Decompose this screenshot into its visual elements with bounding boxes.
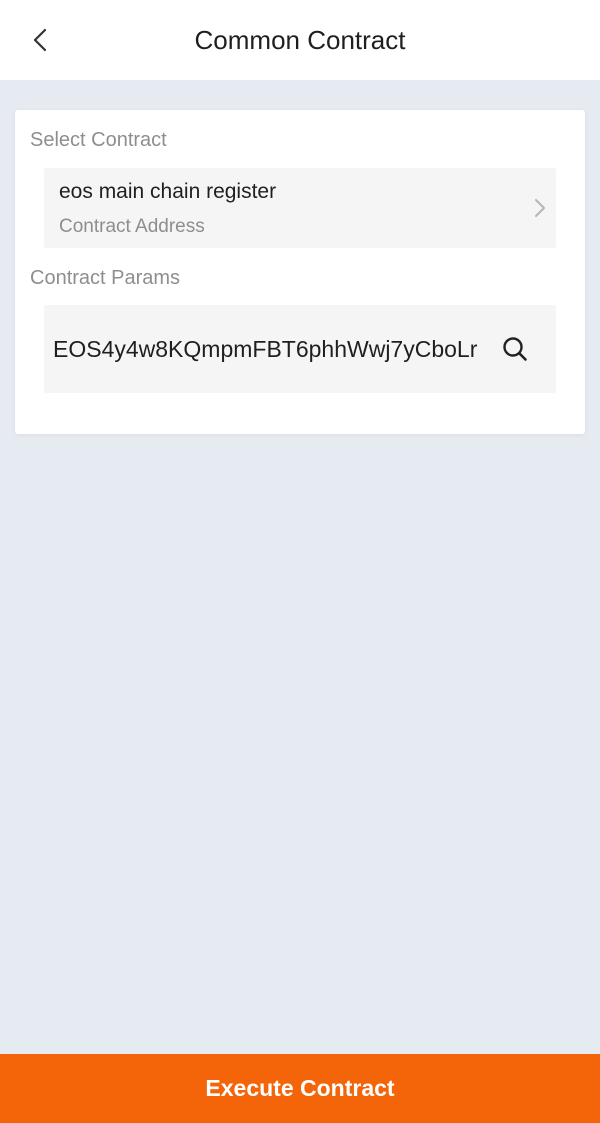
contract-address-placeholder: Contract Address	[59, 216, 205, 237]
select-contract-label: Select Contract	[30, 129, 167, 151]
app-header: Common Contract	[0, 0, 600, 80]
contract-params-input[interactable]	[53, 305, 479, 393]
chevron-right-icon	[535, 199, 545, 217]
contract-name: eos main chain register	[59, 180, 277, 203]
contract-params-label: Contract Params	[30, 267, 181, 289]
execute-contract-button[interactable]: Execute Contract	[0, 1054, 600, 1123]
contract-selector[interactable]: eos main chain register Contract Address	[44, 168, 556, 248]
contract-params-field	[44, 305, 556, 393]
page-title: Common Contract	[194, 25, 406, 55]
contract-card: Select Contract eos main chain register …	[15, 110, 585, 434]
search-icon[interactable]	[502, 336, 528, 362]
